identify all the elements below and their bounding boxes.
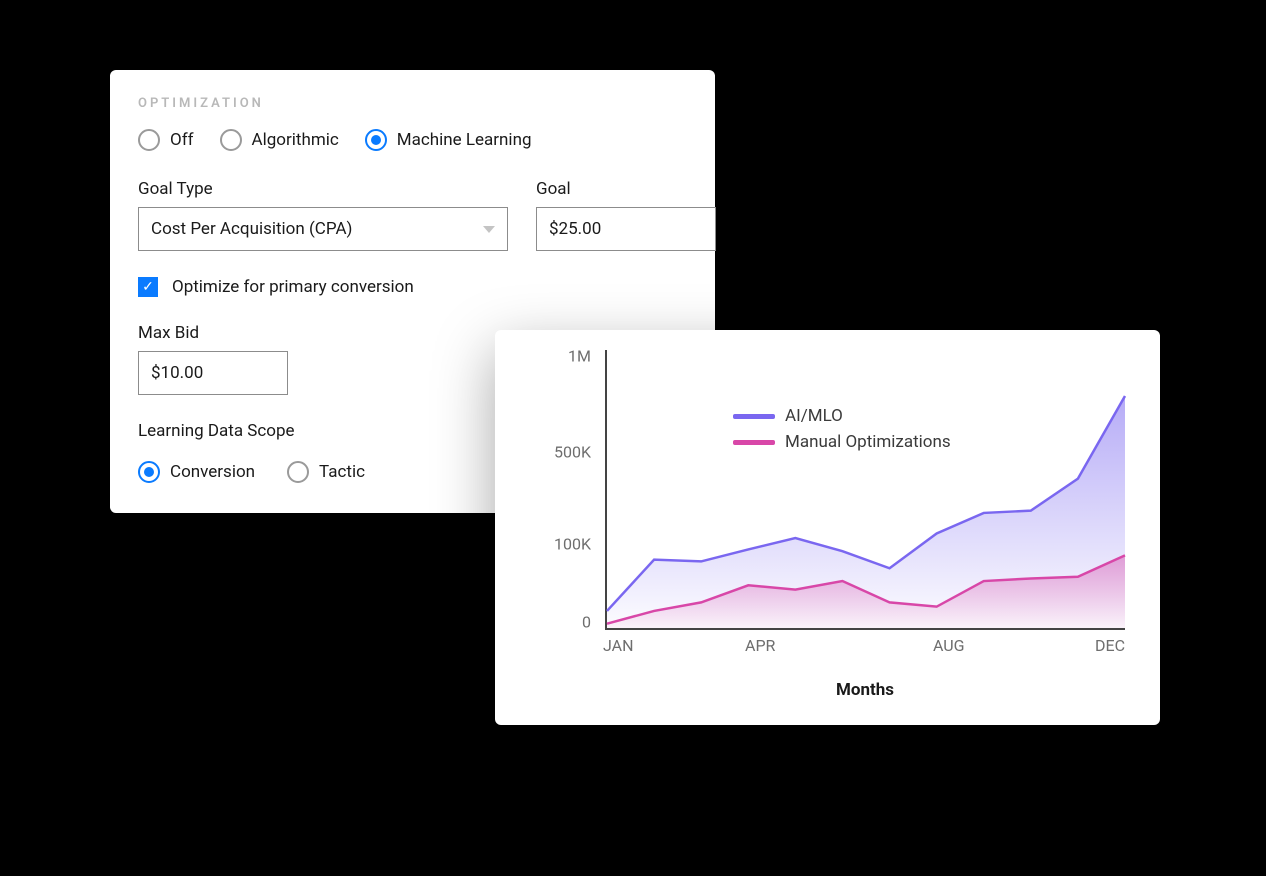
checkbox-icon: ✓	[138, 277, 158, 297]
radio-icon	[138, 129, 160, 151]
radio-machine-learning[interactable]: Machine Learning	[365, 129, 532, 151]
performance-chart-card: 1M 500K 100K 0 AI/MLO Manual Optimizatio…	[495, 330, 1160, 725]
radio-conversion[interactable]: Conversion	[138, 461, 255, 483]
goal-type-label: Goal Type	[138, 179, 508, 199]
y-tick-1m: 1M	[568, 347, 591, 366]
goal-type-value: Cost Per Acquisition (CPA)	[151, 219, 352, 239]
legend-item-manual: Manual Optimizations	[733, 432, 951, 452]
y-axis: 1M 500K 100K 0	[523, 350, 601, 630]
chart-legend: AI/MLO Manual Optimizations	[733, 406, 951, 458]
max-bid-input[interactable]: $10.00	[138, 351, 288, 395]
optimization-section-title: OPTIMIZATION	[138, 96, 687, 111]
chevron-down-icon	[483, 226, 495, 233]
radio-icon	[220, 129, 242, 151]
legend-item-ai: AI/MLO	[733, 406, 951, 426]
x-axis-title: Months	[605, 680, 1125, 700]
radio-off[interactable]: Off	[138, 129, 194, 151]
legend-label-ai: AI/MLO	[785, 406, 843, 426]
x-tick-jan: JAN	[603, 636, 634, 655]
radio-label-off: Off	[170, 130, 194, 150]
optimize-primary-label: Optimize for primary conversion	[172, 277, 414, 297]
radio-icon	[287, 461, 309, 483]
radio-label-tactic: Tactic	[319, 462, 365, 482]
legend-swatch-manual	[733, 440, 775, 445]
radio-tactic[interactable]: Tactic	[287, 461, 365, 483]
radio-algorithmic[interactable]: Algorithmic	[220, 129, 339, 151]
goal-field: Goal $25.00	[536, 179, 716, 251]
x-tick-aug: AUG	[933, 636, 965, 655]
chart-plot-area	[605, 350, 1125, 630]
radio-label-conversion: Conversion	[170, 462, 255, 482]
optimization-mode-radios: Off Algorithmic Machine Learning	[138, 129, 687, 151]
legend-swatch-ai	[733, 414, 775, 419]
optimize-primary-checkbox-row[interactable]: ✓ Optimize for primary conversion	[138, 277, 687, 297]
goal-label: Goal	[536, 179, 716, 199]
chart-svg	[607, 350, 1125, 628]
radio-label-ml: Machine Learning	[397, 130, 532, 150]
goal-value: $25.00	[549, 219, 601, 239]
x-tick-dec: DEC	[1095, 636, 1125, 655]
max-bid-value: $10.00	[151, 363, 203, 383]
checkmark-icon: ✓	[142, 280, 154, 294]
y-tick-500k: 500K	[554, 443, 591, 462]
radio-label-algorithmic: Algorithmic	[252, 130, 339, 150]
goal-input[interactable]: $25.00	[536, 207, 716, 251]
y-tick-0: 0	[582, 613, 591, 632]
radio-icon	[365, 129, 387, 151]
goal-type-select[interactable]: Cost Per Acquisition (CPA)	[138, 207, 508, 251]
goal-type-field: Goal Type Cost Per Acquisition (CPA)	[138, 179, 508, 251]
y-tick-100k: 100K	[554, 535, 591, 554]
legend-label-manual: Manual Optimizations	[785, 432, 951, 452]
x-tick-apr: APR	[745, 636, 775, 655]
radio-icon	[138, 461, 160, 483]
